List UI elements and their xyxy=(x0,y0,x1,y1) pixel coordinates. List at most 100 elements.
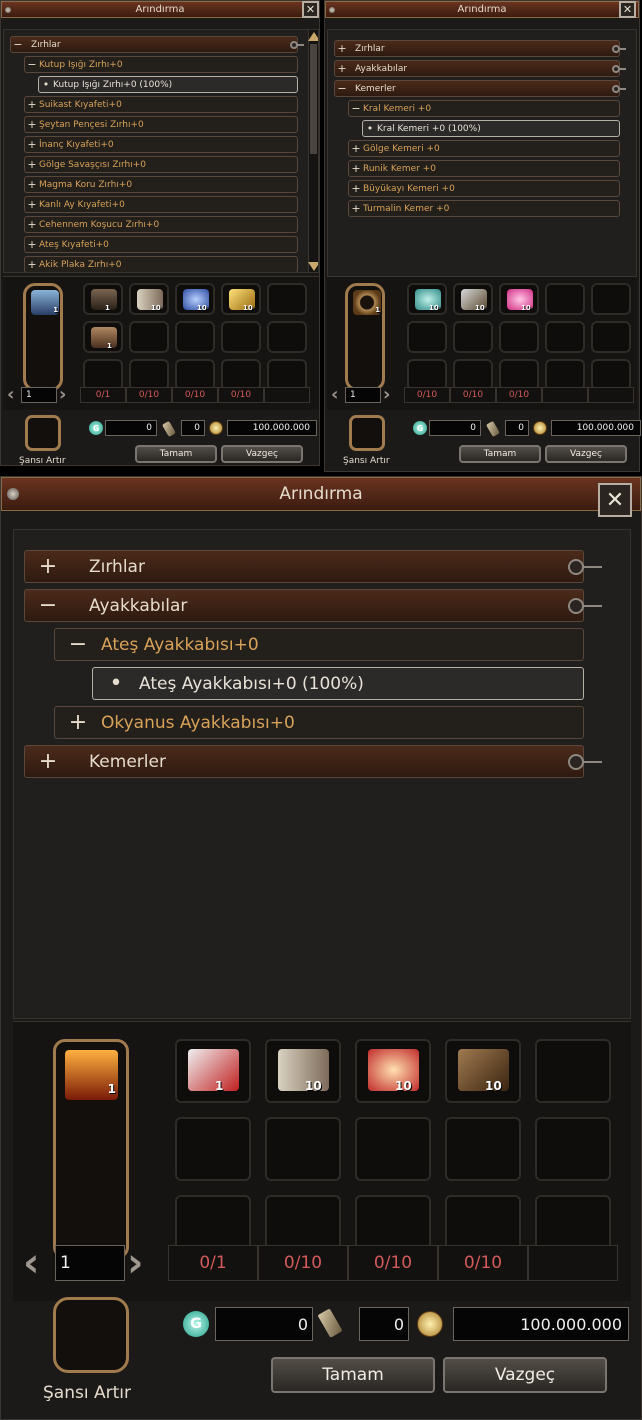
gem-amount-field[interactable]: 0 xyxy=(429,420,481,436)
chance-label: Şansı Artır xyxy=(43,1383,131,1403)
material-slot[interactable] xyxy=(445,1117,521,1181)
chance-label: Şansı Artır xyxy=(19,456,66,466)
material-slot[interactable] xyxy=(545,321,585,353)
tree-row-cat[interactable]: − Ayakkabılar xyxy=(24,589,584,622)
tree-row-label: Okyanus Ayakkabısı+0 xyxy=(101,712,295,733)
tree-row-label: Kutup Işığı Zırhı+0 (100%) xyxy=(53,79,173,90)
material-slot[interactable] xyxy=(175,1117,251,1181)
material-slot[interactable] xyxy=(591,321,631,353)
material-slot[interactable] xyxy=(175,321,215,353)
cancel-button[interactable]: Vazgeç xyxy=(221,445,303,463)
next-page-arrow-icon[interactable]: › xyxy=(59,386,66,404)
tree-row-sub[interactable]: + İnanç Kıyafeti+0 xyxy=(24,136,298,153)
material-slot[interactable] xyxy=(591,283,631,315)
material-slot[interactable]: 10 xyxy=(175,283,215,315)
gem-amount-field[interactable]: 0 xyxy=(215,1307,313,1341)
material-slot[interactable]: 1 xyxy=(175,1039,251,1103)
confirm-button[interactable]: Tamam xyxy=(271,1357,435,1393)
material-slot[interactable] xyxy=(267,283,307,315)
tree-row-leaf[interactable]: • Ateş Ayakkabısı+0 (100%) xyxy=(92,667,584,700)
cancel-button[interactable]: Vazgeç xyxy=(443,1357,607,1393)
material-count xyxy=(264,387,310,403)
tree-row-sub[interactable]: + Büyükayı Kemeri +0 xyxy=(348,180,620,197)
main-item-slot[interactable]: 1 xyxy=(53,1039,129,1259)
tree-row-sub[interactable]: + Okyanus Ayakkabısı+0 xyxy=(54,706,584,739)
confirm-button[interactable]: Tamam xyxy=(135,445,217,463)
material-slot[interactable] xyxy=(535,1117,611,1181)
tree-row-label: Kutup Işığı Zırhı+0 xyxy=(39,59,123,70)
tree-row-leaf[interactable]: • Kutup Işığı Zırhı+0 (100%) xyxy=(38,76,298,93)
scroll-down-arrow-icon[interactable] xyxy=(308,262,318,271)
prev-page-arrow-icon[interactable]: ‹ xyxy=(7,386,14,404)
material-slot[interactable]: 1 xyxy=(83,283,123,315)
material-slot[interactable]: 10 xyxy=(453,283,493,315)
main-item-slot[interactable]: 1 xyxy=(23,283,63,391)
tree-row-cat[interactable]: − Zırhlar xyxy=(10,36,298,53)
gem-amount-field[interactable]: 0 xyxy=(105,420,157,436)
material-slot[interactable]: 10 xyxy=(445,1039,521,1103)
chance-slot[interactable] xyxy=(25,415,61,451)
main-item-slot[interactable]: 1 xyxy=(345,283,385,391)
material-count: 0/10 xyxy=(218,387,264,403)
tree-row-sub[interactable]: + Suikast Kıyafeti+0 xyxy=(24,96,298,113)
tree-row-sub[interactable]: − Ateş Ayakkabısı+0 xyxy=(54,628,584,661)
material-slot[interactable] xyxy=(499,321,539,353)
scroll-thumb[interactable] xyxy=(310,44,317,154)
tree-row-cat[interactable]: + Ayakkabılar xyxy=(334,60,620,77)
close-button[interactable]: ✕ xyxy=(619,1,636,18)
rivet-icon xyxy=(329,6,335,13)
connector-knob-icon xyxy=(568,558,584,575)
tree-row-sub[interactable]: + Runik Kemer +0 xyxy=(348,160,620,177)
tree-row-sub[interactable]: + Cehennem Koşucu Zırhı+0 xyxy=(24,216,298,233)
prev-page-arrow-icon[interactable]: ‹ xyxy=(331,386,338,404)
material-slot[interactable]: 10 xyxy=(221,283,261,315)
tree-row-sub[interactable]: + Turmalin Kemer +0 xyxy=(348,200,620,217)
scroll-up-arrow-icon[interactable] xyxy=(308,32,318,41)
material-slot[interactable]: 10 xyxy=(355,1039,431,1103)
bullet-icon: • xyxy=(109,671,123,696)
material-slot[interactable]: 10 xyxy=(407,283,447,315)
material-slot[interactable] xyxy=(535,1039,611,1103)
material-slot[interactable] xyxy=(267,321,307,353)
material-count: 0/10 xyxy=(258,1245,348,1281)
tree-row-sub[interactable]: + Şeytan Pençesi Zırhı+0 xyxy=(24,116,298,133)
scroll-amount-field[interactable]: 0 xyxy=(181,420,205,436)
material-slot[interactable] xyxy=(453,321,493,353)
confirm-button[interactable]: Tamam xyxy=(459,445,541,463)
tree-row-sub[interactable]: + Ateş Kıyafeti+0 xyxy=(24,236,298,253)
material-slot[interactable] xyxy=(545,283,585,315)
material-slot[interactable]: 10 xyxy=(129,283,169,315)
material-slot[interactable] xyxy=(407,321,447,353)
tree-row-sub[interactable]: − Kutup Işığı Zırhı+0 xyxy=(24,56,298,73)
tree-row-sub[interactable]: + Kanlı Ay Kıyafeti+0 xyxy=(24,196,298,213)
tree-row-sub[interactable]: + Gölge Savaşçısı Zırhı+0 xyxy=(24,156,298,173)
tree-row-leaf[interactable]: • Kral Kemeri +0 (100%) xyxy=(362,120,620,137)
material-slot[interactable]: 10 xyxy=(499,283,539,315)
tree-row-sub[interactable]: + Magma Koru Zırhı+0 xyxy=(24,176,298,193)
material-slot[interactable]: 1 xyxy=(83,321,123,353)
close-button[interactable]: ✕ xyxy=(302,1,319,18)
material-slot[interactable] xyxy=(265,1117,341,1181)
material-slot[interactable] xyxy=(355,1117,431,1181)
tree-row-cat[interactable]: + Zırhlar xyxy=(334,40,620,57)
chance-slot[interactable] xyxy=(349,415,385,451)
chance-slot[interactable] xyxy=(53,1297,129,1373)
scroll-amount-field[interactable]: 0 xyxy=(505,420,529,436)
tree-row-label: Ayakkabılar xyxy=(89,595,188,616)
tree-row-sub[interactable]: − Kral Kemeri +0 xyxy=(348,100,620,117)
tree-row-sub[interactable]: + Gölge Kemeri +0 xyxy=(348,140,620,157)
close-button[interactable]: ✕ xyxy=(598,483,632,517)
page-number: 1 xyxy=(21,387,57,403)
tree-row-sub[interactable]: + Akik Plaka Zırhı+0 xyxy=(24,256,298,272)
material-slot[interactable]: 10 xyxy=(265,1039,341,1103)
material-slot[interactable] xyxy=(129,321,169,353)
material-slot[interactable] xyxy=(221,321,261,353)
scroll-amount-field[interactable]: 0 xyxy=(359,1307,409,1341)
tree-row-cat[interactable]: + Zırhlar xyxy=(24,550,584,583)
next-page-arrow-icon[interactable]: › xyxy=(127,1243,143,1283)
tree-row-cat[interactable]: + Kemerler xyxy=(24,745,584,778)
tree-row-cat[interactable]: − Kemerler xyxy=(334,80,620,97)
prev-page-arrow-icon[interactable]: ‹ xyxy=(23,1243,39,1283)
next-page-arrow-icon[interactable]: › xyxy=(383,386,390,404)
cancel-button[interactable]: Vazgeç xyxy=(545,445,627,463)
